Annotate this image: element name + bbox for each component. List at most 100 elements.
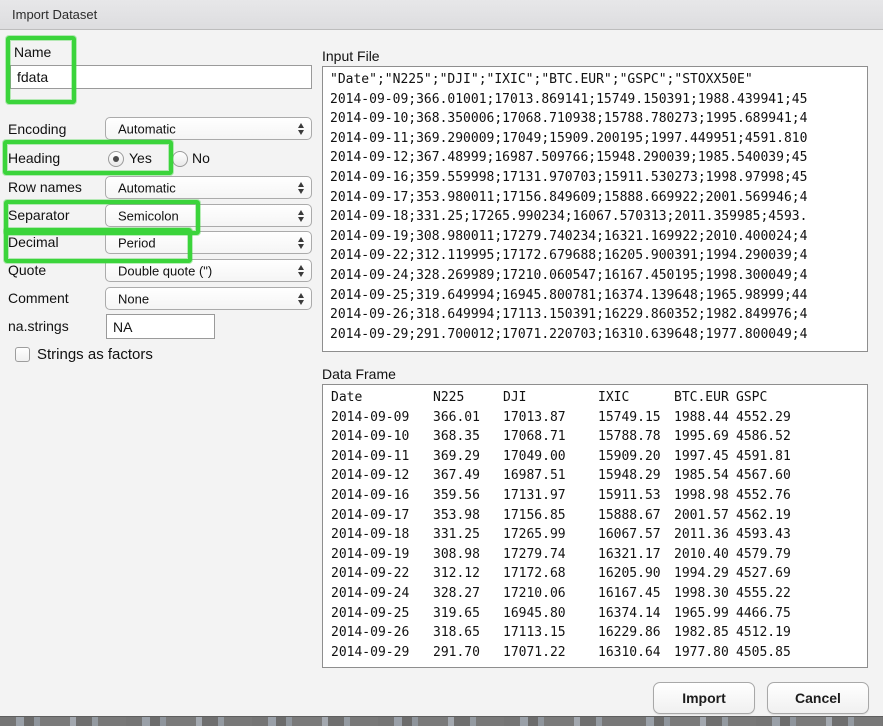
heading-yes-radio[interactable] [108, 151, 124, 167]
na-strings-input[interactable] [106, 314, 215, 339]
table-cell: 2010.40 [674, 545, 736, 565]
comment-select[interactable]: None [105, 287, 312, 310]
table-cell: 16167.45 [598, 584, 674, 604]
encoding-value: Automatic [118, 121, 176, 136]
separator-label: Separator [8, 207, 69, 224]
table-cell: 4527.69 [736, 564, 866, 584]
table-cell: 4466.75 [736, 604, 866, 624]
input-file-line: 2014-09-09;366.01001;17013.869141;15749.… [330, 90, 867, 110]
table-row: 2014-09-17353.9817156.8515888.672001.574… [331, 506, 867, 526]
table-cell: 359.56 [433, 486, 503, 506]
dialog-title: Import Dataset [12, 7, 97, 22]
table-row: 2014-09-29291.7017071.2216310.641977.804… [331, 643, 867, 663]
name-label: Name [14, 44, 51, 61]
input-file-line: 2014-09-29;291.700012;17071.220703;16310… [330, 325, 867, 345]
decimal-select[interactable]: Period [105, 231, 312, 254]
row-names-select[interactable]: Automatic [105, 176, 312, 199]
table-cell: 4562.19 [736, 506, 866, 526]
table-cell: 1995.69 [674, 427, 736, 447]
table-cell: 318.65 [433, 623, 503, 643]
encoding-label: Encoding [8, 121, 66, 138]
input-file-line: 2014-09-24;328.269989;17210.060547;16167… [330, 266, 867, 286]
table-cell: 2014-09-12 [331, 466, 433, 486]
decimal-label: Decimal [8, 234, 59, 251]
cancel-button[interactable]: Cancel [767, 682, 869, 714]
table-cell: 312.12 [433, 564, 503, 584]
stepper-icon [298, 210, 304, 222]
table-cell: 16205.90 [598, 564, 674, 584]
input-file-line: 2014-09-22;312.119995;17172.679688;16205… [330, 246, 867, 266]
input-file-preview[interactable]: "Date";"N225";"DJI";"IXIC";"BTC.EUR";"GS… [322, 66, 868, 352]
table-cell: 2014-09-18 [331, 525, 433, 545]
table-cell: 2014-09-10 [331, 427, 433, 447]
table-cell: 16374.14 [598, 604, 674, 624]
table-cell: 328.27 [433, 584, 503, 604]
data-frame-preview[interactable]: DateN225DJIIXICBTC.EURGSPC2014-09-09366.… [322, 384, 868, 668]
table-cell: 368.35 [433, 427, 503, 447]
table-row: 2014-09-18331.2517265.9916067.572011.364… [331, 525, 867, 545]
table-cell: 1998.30 [674, 584, 736, 604]
input-file-line: "Date";"N225";"DJI";"IXIC";"BTC.EUR";"GS… [330, 70, 867, 90]
heading-no-radio[interactable] [172, 151, 188, 167]
table-cell: 369.29 [433, 447, 503, 467]
table-cell: DJI [503, 388, 598, 408]
dialog-titlebar[interactable]: Import Dataset [0, 0, 883, 30]
table-cell: 17279.74 [503, 545, 598, 565]
strings-as-factors-checkbox[interactable] [15, 347, 30, 362]
table-cell: 308.98 [433, 545, 503, 565]
table-row: 2014-09-10368.3517068.7115788.781995.694… [331, 427, 867, 447]
table-cell: 16945.80 [503, 604, 598, 624]
table-cell: 15911.53 [598, 486, 674, 506]
table-row: 2014-09-12367.4916987.5115948.291985.544… [331, 466, 867, 486]
table-cell: 17131.97 [503, 486, 598, 506]
table-cell: 16067.57 [598, 525, 674, 545]
table-cell: 1997.45 [674, 447, 736, 467]
import-button[interactable]: Import [653, 682, 755, 714]
na-strings-label: na.strings [8, 318, 69, 335]
table-cell: 17113.15 [503, 623, 598, 643]
heading-yes-label: Yes [129, 150, 152, 167]
quote-value: Double quote (") [118, 263, 212, 278]
table-cell: 4567.60 [736, 466, 866, 486]
table-cell: 1994.29 [674, 564, 736, 584]
table-cell: 15909.20 [598, 447, 674, 467]
row-names-label: Row names [8, 179, 82, 196]
row-names-value: Automatic [118, 180, 176, 195]
table-cell: 4591.81 [736, 447, 866, 467]
table-cell: 2014-09-24 [331, 584, 433, 604]
table-row: 2014-09-26318.6517113.1516229.861982.854… [331, 623, 867, 643]
input-file-line: 2014-09-26;318.649994;17113.150391;16229… [330, 305, 867, 325]
encoding-select[interactable]: Automatic [105, 117, 312, 140]
table-cell: 16987.51 [503, 466, 598, 486]
table-cell: GSPC [736, 388, 866, 408]
input-file-lines: "Date";"N225";"DJI";"IXIC";"BTC.EUR";"GS… [323, 67, 867, 344]
table-cell: 331.25 [433, 525, 503, 545]
table-cell: 1988.44 [674, 408, 736, 428]
table-cell: 4593.43 [736, 525, 866, 545]
table-row: 2014-09-22312.1217172.6816205.901994.294… [331, 564, 867, 584]
quote-select[interactable]: Double quote (") [105, 259, 312, 282]
table-cell: 2014-09-29 [331, 643, 433, 663]
table-cell: 16321.17 [598, 545, 674, 565]
table-cell: 367.49 [433, 466, 503, 486]
table-cell: 4579.79 [736, 545, 866, 565]
table-row: 2014-09-24328.2717210.0616167.451998.304… [331, 584, 867, 604]
separator-value: Semicolon [118, 208, 179, 223]
table-cell: 319.65 [433, 604, 503, 624]
heading-no-label: No [192, 150, 210, 167]
data-frame-label: Data Frame [322, 366, 396, 382]
table-cell: 17068.71 [503, 427, 598, 447]
name-input[interactable] [10, 65, 312, 89]
input-file-line: 2014-09-11;369.290009;17049;15909.200195… [330, 129, 867, 149]
table-cell: 4552.76 [736, 486, 866, 506]
table-cell: 15948.29 [598, 466, 674, 486]
stepper-icon [298, 237, 304, 249]
table-cell: 2014-09-17 [331, 506, 433, 526]
table-cell: 17172.68 [503, 564, 598, 584]
input-file-line: 2014-09-18;331.25;17265.990234;16067.570… [330, 207, 867, 227]
stepper-icon [298, 293, 304, 305]
table-row: 2014-09-16359.5617131.9715911.531998.984… [331, 486, 867, 506]
separator-select[interactable]: Semicolon [105, 204, 312, 227]
table-cell: 2014-09-25 [331, 604, 433, 624]
table-cell: 4586.52 [736, 427, 866, 447]
